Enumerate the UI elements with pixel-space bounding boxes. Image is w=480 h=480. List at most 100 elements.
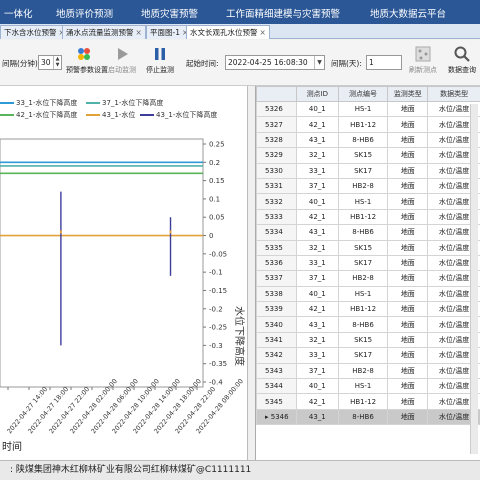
params-label: 预警参数设置 [66,66,108,74]
table-cell: 5330 [256,162,297,179]
chart-panel: 33_1-水位下降高度 37_1-水位下降高度 42_1-水位下降高度 43_1… [0,86,248,460]
table-cell: 5345 [256,393,297,410]
table-cell: 33_1 [295,254,339,272]
table-cell: 地面 [387,331,429,349]
table-row[interactable]: 5335 32_1 SK15 地面 水位/温度 [256,239,480,256]
table-cell: 37_1 [295,362,339,380]
interval-input[interactable]: 30 ▲ ▼ [38,55,62,70]
table-cell: 33_1 [295,162,339,179]
table-row[interactable]: 5344 40_1 HS-1 地面 水位/温度 [256,378,480,395]
table-row[interactable]: 5339 42_1 HB1-12 地面 水位/温度 [256,301,480,318]
table-cell: 5326 [256,100,297,118]
close-icon[interactable]: × [136,28,142,37]
water-level-chart[interactable]: 0.25 0.2 0.15 0.1 0.05 0 -0.05 -0.1 -0.15 -0.2 -0.… [0,86,248,460]
start-time-label: 起始时间: [186,59,219,68]
table-row[interactable]: 5336 33_1 SK17 地面 水位/温度 [256,254,480,272]
table-row[interactable]: 5333 42_1 HB1-12 地面 水位/温度 [256,208,480,226]
refresh-points-button[interactable]: 刷新测点 [406,45,440,75]
y-tick-label: 0.2 [209,159,220,167]
table-cell: HS-1 [337,378,389,395]
table-cell: 42_1 [295,393,339,410]
table-row[interactable]: 5342 33_1 SK17 地面 水位/温度 [256,347,480,364]
tab-inflow-monitoring[interactable]: 涌水点流量监测预警 × [62,25,146,39]
table-row[interactable]: 5338 40_1 HS-1 地面 水位/温度 [256,285,480,303]
table-row[interactable]: 5330 33_1 SK17 地面 水位/温度 [256,162,480,179]
pause-icon [155,48,165,60]
y-tick-label: 0 [209,232,213,240]
table-cell: HB1-12 [337,116,389,133]
menu-item-workface-modeling[interactable]: 工作面精细建模与灾害预警 [226,6,340,20]
table-cell: 5333 [256,208,297,226]
table-row[interactable]: 5328 43_1 8-HB6 地面 水位/温度 [256,131,480,149]
points-grid-icon [415,46,431,62]
table-cell: 地面 [387,224,429,241]
start-time-picker[interactable]: 2022-04-25 16:08:30 ▼ [225,55,325,70]
column-header[interactable]: 监测类型 [387,86,429,102]
spinner-icon[interactable]: ▲ ▼ [53,56,61,69]
table-cell: 地面 [387,239,429,256]
days-input[interactable]: 1 [366,55,402,70]
column-header[interactable] [256,86,297,102]
table-row[interactable]: 5331 37_1 HB2-8 地面 水位/温度 [256,177,480,195]
column-header[interactable]: 测点ID [295,86,339,102]
y-tick-label: -0.4 [209,379,223,387]
vertical-scrollbar[interactable] [470,104,478,454]
table-cell: 8-HB6 [337,224,389,241]
table-cell: 地面 [387,362,429,380]
y-tick-label: -0.3 [209,342,223,350]
y-tick-label: 0.05 [209,214,225,222]
table-cell: SK15 [337,147,389,164]
table-row[interactable]: 5334 43_1 8-HB6 地面 水位/温度 [256,224,480,241]
table-cell: 37_1 [295,270,339,287]
table-cell: 8-HB6 [337,316,389,333]
table-cell: ▸ 5346 [256,408,297,426]
close-icon[interactable]: × [260,28,266,37]
table-row[interactable]: 5341 32_1 SK15 地面 水位/温度 [256,331,480,349]
table-row[interactable]: 5327 42_1 HB1-12 地面 水位/温度 [256,116,480,133]
menu-item-integration[interactable]: 一体化 [4,6,33,20]
table-cell: 地面 [387,193,429,210]
table-row[interactable]: 5340 43_1 8-HB6 地面 水位/温度 [256,316,480,333]
table-cell: 5337 [256,270,297,287]
table-row[interactable]: 5326 40_1 HS-1 地面 水位/温度 [256,100,480,118]
menu-item-geo-hazard-warning[interactable]: 地质灾害预警 [141,6,198,20]
days-value: 1 [369,58,374,67]
stop-monitoring-button[interactable]: 停止监测 [141,45,179,75]
tab-hydro-borehole-warning[interactable]: 水文长观孔水位预警 × [186,25,270,39]
data-query-button[interactable]: 数据查询 [444,45,480,75]
column-header[interactable]: 数据类型 [427,86,480,102]
tab-groundwater-warning[interactable]: 下水含水位预警× [0,25,69,39]
table-row[interactable]: 5345 42_1 HB1-12 地面 水位/温度 [256,393,480,410]
tab-label: 平面图-1 [150,28,180,37]
y-axis-title: 水位下降高度 [233,306,246,366]
menu-item-big-data-cloud[interactable]: 地质大数据云平台 [370,6,446,20]
table-cell: 5338 [256,285,297,303]
table-header-row: 测点ID 测点编号 监测类型 数据类型 [256,86,480,102]
table-cell: 37_1 [295,177,339,195]
table-cell: 5343 [256,362,297,380]
start-monitoring-button[interactable]: 启动监测 [105,45,139,75]
table-cell: 5331 [256,177,297,195]
table-cell: 地面 [387,408,429,426]
table-row[interactable]: 5329 32_1 SK15 地面 水位/温度 [256,147,480,164]
chevron-down-icon[interactable]: ▼ [314,56,324,69]
table-cell: 5332 [256,193,297,210]
warning-params-button[interactable]: 预警参数设置 [66,45,108,75]
table-cell: HB1-12 [337,208,389,226]
table-row[interactable]: 5337 37_1 HB2-8 地面 水位/温度 [256,270,480,287]
table-cell: HB1-12 [337,393,389,410]
table-cell: SK17 [337,162,389,179]
status-bar: : 陕煤集团神木红柳林矿业有限公司红柳林煤矿@C1111111 [0,460,480,480]
menu-item-geo-evaluation[interactable]: 地质评价预测 [56,6,113,20]
column-header[interactable]: 测点编号 [337,86,389,102]
table-cell: 地面 [387,301,429,318]
table-cell: 5328 [256,131,297,149]
table-cell: 32_1 [295,147,339,164]
table-cell: 5340 [256,316,297,333]
table-row[interactable]: ▸ 5346 43_1 8-HB6 地面 水位/温度 [256,408,480,426]
table-row[interactable]: 5332 40_1 HS-1 地面 水位/温度 [256,193,480,210]
table-row[interactable]: 5343 37_1 HB2-8 地面 水位/温度 [256,362,480,380]
tab-label: 水文长观孔水位预警 [190,28,258,37]
table-cell: 5342 [256,347,297,364]
table-cell: 40_1 [295,100,339,118]
